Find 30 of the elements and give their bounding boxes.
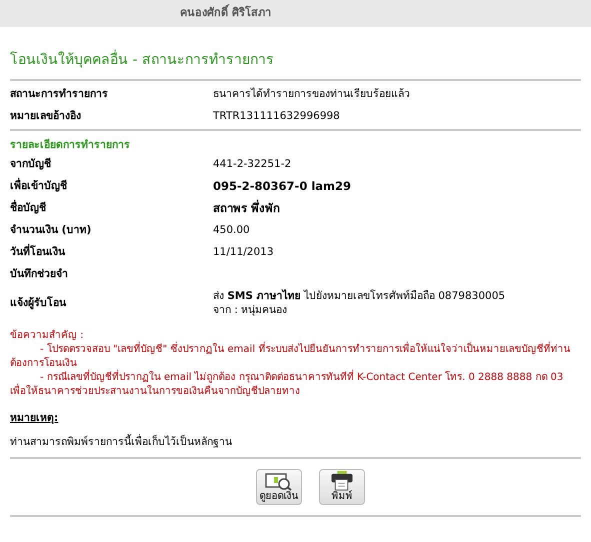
field-value: 441-2-32251-2 [213, 157, 292, 171]
monitor-magnifier-icon [265, 473, 293, 491]
field-value: 095-2-80367-0 lam29 [213, 179, 352, 193]
field-value: ส่ง SMS ภาษาไทย ไปยังหมายเลขโทรศัพท์มือถือ 0879830005 [213, 289, 506, 303]
field-label: เพื่อเข้าบัญชี [10, 179, 213, 193]
view-balance-button[interactable]: ดูยอดเงิน [256, 469, 302, 505]
notice-text: - โปรดตรวจสอบ "เลขที่บัญชี" ซึ่งปรากฏใน email ที่ระบบส่งไปยืนยันการทำรายการเพื่อให้แน่ใจว่าเป็นหมายเลขบัญชีที่ท่านต้องการโอนเงิน [10, 343, 581, 371]
field-label: ชื่อบัญชี [10, 201, 213, 215]
printer-icon [330, 470, 354, 491]
field-label: บันทึกช่วยจำ [10, 267, 69, 281]
field-label: จำนวนเงิน (บาท) [10, 223, 92, 237]
field-value: TRTR131111632996998 [213, 109, 340, 123]
field-value: ธนาคารได้ทำรายการของท่านเรียบร้อยแล้ว [213, 87, 410, 101]
field-label: หมายเลขอ้างอิง [10, 109, 82, 123]
print-button[interactable]: พิมพ์ [319, 469, 365, 505]
field-value: 450.00 [213, 223, 250, 237]
remark-text: ท่านสามารถพิมพ์รายการนี้เพื่อเก็บไว้เป็นหลักฐาน [10, 435, 232, 449]
notice-title: ข้อความสำคัญ : [10, 329, 85, 343]
notice-text: - กรณีเลขที่บัญชีที่ปรากฏใน email ไม่ถูกต้อง กรุณาติดต่อธนาคารทันทีที่ K-Contact Center โทร. 0 2888 8888 กด 03 เพื่อให้ธนาคารช่วยประสานงานในการขอเงินคืนจากบัญชีปลายทาง [10, 371, 581, 399]
field-label: วันที่โอนเงิน [10, 245, 213, 259]
field-label: จากบัญชี [10, 157, 52, 171]
field-label: สถานะการทำรายการ [10, 87, 109, 101]
user-name: คนองศักดิ์ ศิริโสภา [180, 5, 271, 22]
remark-title: หมายเหตุ: [10, 411, 58, 425]
field-value: จาก : หนุ่มคนอง [213, 303, 288, 317]
field-label: แจ้งผู้รับโอน [10, 296, 68, 310]
field-value: สถาพร พึ่งพัก [213, 201, 280, 215]
section-heading: รายละเอียดการทำรายการ [10, 138, 131, 153]
field-value: 11/11/2013 [213, 245, 274, 259]
page-title: โอนเงินให้บุคคลอื่น - สถานะการทำรายการ [10, 27, 581, 79]
